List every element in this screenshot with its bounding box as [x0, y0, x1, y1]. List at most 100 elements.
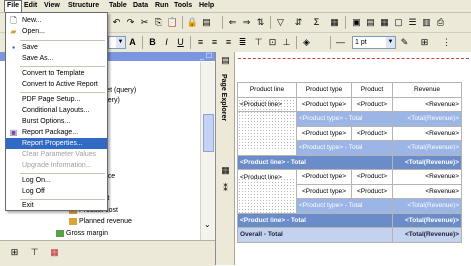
cell-revenue[interactable]: <Revenue>: [392, 183, 462, 199]
cell-product-type[interactable]: <Product type>: [296, 96, 352, 112]
menu-item-convert-active-report[interactable]: Convert to Active Report: [6, 79, 107, 90]
fill-color-icon[interactable]: ◈: [300, 36, 313, 49]
line-total-label[interactable]: <Product line> - Total: [237, 212, 393, 228]
cell-product[interactable]: <Product>: [351, 183, 393, 199]
line-width-combo[interactable]: 1 pt ▼: [352, 36, 396, 49]
header-revenue[interactable]: Revenue: [392, 82, 462, 98]
valign-bottom-icon[interactable]: ⊥: [280, 36, 293, 49]
lock-icon[interactable]: 🔒: [186, 16, 199, 29]
header-product-line[interactable]: Product line: [237, 82, 297, 98]
menu-item-conditional-layouts[interactable]: Conditional Layouts...: [6, 105, 107, 116]
condition-explorer-icon[interactable]: ⁑: [219, 182, 232, 195]
tree-scrollbar[interactable]: ⌄: [200, 62, 215, 240]
filter-icon[interactable]: ▽: [274, 16, 287, 29]
menu-item-report-package[interactable]: ▣ Report Package...: [6, 127, 107, 138]
view-icon[interactable]: ▤: [200, 16, 213, 29]
type-total-label[interactable]: <Product type> - Total: [296, 111, 393, 127]
menu-item-log-off[interactable]: Log Off: [6, 186, 107, 197]
border-color-icon[interactable]: ✎: [398, 36, 411, 49]
page-explorer-icon[interactable]: ▤: [219, 54, 232, 67]
italic-button[interactable]: I: [160, 36, 173, 49]
menu-file[interactable]: File: [4, 0, 23, 12]
page-icon[interactable]: ▢: [392, 16, 405, 29]
chart-icon[interactable]: ▦: [328, 16, 341, 29]
cell-revenue[interactable]: <Revenue>: [392, 96, 462, 112]
tree-item-gross-margin[interactable]: Gross margin: [56, 229, 108, 238]
line-total-label[interactable]: <Product line> - Total: [237, 154, 393, 170]
menu-item-convert-template[interactable]: Convert to Template: [6, 68, 107, 79]
menu-item-open[interactable]: ▰ Open...: [6, 26, 107, 37]
menu-item-save[interactable]: ▪ Save: [6, 42, 107, 53]
bold-button[interactable]: B: [146, 36, 159, 49]
underline-button[interactable]: U: [174, 36, 187, 49]
header-product-type[interactable]: Product type: [296, 82, 352, 98]
valign-top-icon[interactable]: ⊤: [252, 36, 265, 49]
font-color-icon[interactable]: A: [126, 36, 139, 49]
menu-item-log-on[interactable]: Log On...: [6, 175, 107, 186]
type-total-value[interactable]: <Total(Revenue)>: [392, 198, 462, 214]
borders-icon[interactable]: ⊞: [418, 36, 431, 49]
line-total-value[interactable]: <Total(Revenue)>: [392, 212, 462, 228]
header-product[interactable]: Product: [351, 82, 393, 98]
overall-total-label[interactable]: Overall - Total: [237, 227, 393, 243]
cell-product[interactable]: <Product>: [351, 169, 393, 185]
menu-item-new[interactable]: 🗋 New...: [6, 15, 107, 26]
menu-data[interactable]: Data: [131, 1, 150, 11]
report-list[interactable]: Product line Product type Product Revenu…: [237, 82, 462, 243]
menu-item-report-properties[interactable]: Report Properties...: [6, 138, 107, 149]
type-total-label[interactable]: <Product type> - Total: [296, 198, 393, 214]
menu-structure[interactable]: Structure: [66, 1, 101, 11]
type-total-label[interactable]: <Product type> - Total: [296, 140, 393, 156]
copy-icon[interactable]: ⎘: [152, 16, 165, 29]
source-tab-icon[interactable]: ⊞: [8, 246, 21, 259]
toolbox-tab-icon[interactable]: ▦: [48, 246, 61, 259]
sort-icon[interactable]: ⇵: [292, 16, 305, 29]
menu-run[interactable]: Run: [153, 1, 171, 11]
layout-icon[interactable]: ▣: [350, 16, 363, 29]
menu-item-save-as[interactable]: Save As...: [6, 53, 107, 64]
cell-revenue[interactable]: <Revenue>: [392, 169, 462, 185]
overall-total-value[interactable]: <Total(Revenue)>: [392, 227, 462, 243]
menu-help[interactable]: Help: [197, 1, 216, 11]
menu-item-pdf-page-setup[interactable]: PDF Page Setup...: [6, 94, 107, 105]
cell-product[interactable]: <Product>: [351, 96, 393, 112]
cell-product-line[interactable]: <Product line>: [237, 96, 297, 112]
tree-item-planned-revenue[interactable]: Planned revenue: [69, 217, 132, 226]
cell-product-type[interactable]: <Product type>: [296, 183, 352, 199]
query-explorer-icon[interactable]: ▦: [219, 164, 232, 177]
forward-icon[interactable]: ⇒: [240, 16, 253, 29]
cell-product-type[interactable]: <Product type>: [296, 125, 352, 141]
justify-icon[interactable]: ≣: [236, 36, 249, 49]
menu-view[interactable]: View: [42, 1, 62, 11]
menu-item-burst-options[interactable]: Burst Options...: [6, 116, 107, 127]
menu-table[interactable]: Table: [107, 1, 129, 11]
menu-tools[interactable]: Tools: [172, 1, 194, 11]
back-icon[interactable]: ⇐: [226, 16, 239, 29]
line-total-value[interactable]: <Total(Revenue)>: [392, 154, 462, 170]
paste-icon[interactable]: 📋: [166, 16, 179, 29]
properties-icon[interactable]: ▥: [420, 16, 433, 29]
menu-item-exit[interactable]: Exit: [6, 201, 107, 210]
align-center-icon[interactable]: ≡: [208, 36, 221, 49]
scroll-down-icon[interactable]: ⌄: [204, 220, 211, 229]
font-combo[interactable]: ▼: [108, 36, 126, 49]
align-left-icon[interactable]: ≡: [194, 36, 207, 49]
list-icon[interactable]: ☰: [406, 16, 419, 29]
redo-icon[interactable]: ↷: [124, 16, 137, 29]
data-items-tab-icon[interactable]: ⊤: [28, 246, 41, 259]
align-right-icon[interactable]: ≡: [222, 36, 235, 49]
menu-edit[interactable]: Edit: [22, 1, 39, 11]
line-style-icon[interactable]: —: [334, 36, 347, 49]
cell-product[interactable]: <Product>: [351, 125, 393, 141]
sum-icon[interactable]: Σ: [310, 16, 323, 29]
cell-product-line[interactable]: <Product line>: [237, 169, 297, 184]
type-total-value[interactable]: <Total(Revenue)>: [392, 140, 462, 156]
page-explorer-label[interactable]: Page Explorer: [220, 74, 227, 121]
type-total-value[interactable]: <Total(Revenue)>: [392, 111, 462, 127]
print-icon[interactable]: ⎙: [434, 16, 447, 29]
undo-icon[interactable]: ↶: [110, 16, 123, 29]
grid-icon[interactable]: ▦: [378, 16, 391, 29]
scroll-thumb[interactable]: [203, 114, 214, 152]
cell-product-type[interactable]: <Product type>: [296, 169, 352, 185]
table-icon[interactable]: ▤: [364, 16, 377, 29]
